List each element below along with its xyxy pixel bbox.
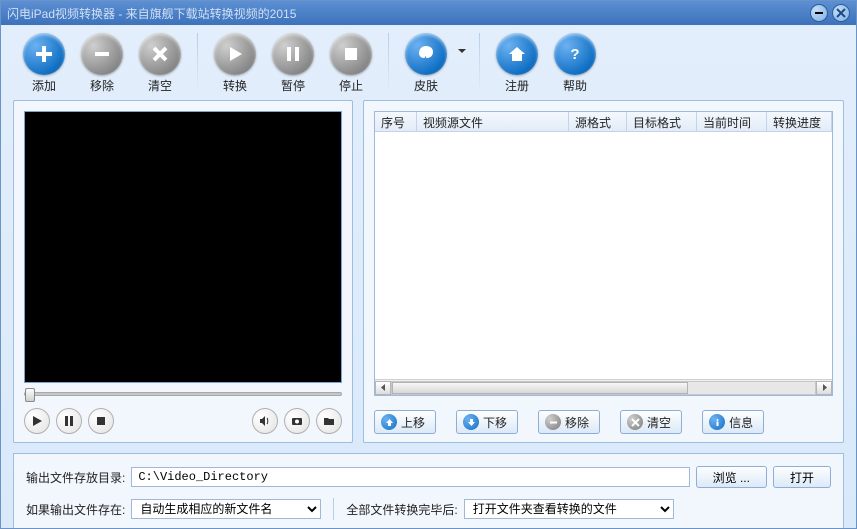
add-button[interactable]: 添加 — [19, 33, 69, 94]
question-icon: ? — [554, 33, 596, 75]
open-folder-button[interactable] — [316, 408, 342, 434]
browse-button[interactable]: 浏览 ... — [696, 466, 767, 488]
table-header: 序号 视频源文件 源格式 目标格式 当前时间 转换进度 — [375, 112, 832, 132]
skin-icon — [405, 33, 447, 75]
list-remove-button[interactable]: 移除 — [538, 410, 600, 434]
minus-icon — [545, 414, 561, 430]
table-body — [375, 132, 832, 379]
separator — [333, 498, 334, 520]
if-exists-label: 如果输出文件存在: — [26, 501, 125, 518]
register-button[interactable]: 注册 — [492, 33, 542, 94]
arrow-up-icon — [381, 414, 397, 430]
list-clear-button[interactable]: 清空 — [620, 410, 682, 434]
player-controls — [24, 404, 342, 434]
clear-button[interactable]: 清空 — [135, 33, 185, 94]
skin-dropdown[interactable] — [457, 47, 467, 55]
close-button[interactable] — [832, 4, 850, 22]
player-stop-button[interactable] — [88, 408, 114, 434]
file-table[interactable]: 序号 视频源文件 源格式 目标格式 当前时间 转换进度 — [374, 111, 833, 396]
plus-icon — [23, 33, 65, 75]
output-dir-input[interactable] — [131, 467, 689, 487]
stop-button[interactable]: 停止 — [326, 33, 376, 94]
info-button[interactable]: 信息 — [702, 410, 764, 434]
scroll-thumb[interactable] — [392, 382, 688, 394]
separator — [388, 33, 389, 87]
col-progress[interactable]: 转换进度 — [767, 112, 832, 131]
col-srcfmt[interactable]: 源格式 — [569, 112, 627, 131]
open-button[interactable]: 打开 — [773, 466, 831, 488]
main-toolbar: 添加 移除 清空 转换 暂停 停止 — [1, 25, 856, 100]
output-settings: 输出文件存放目录: 浏览 ... 打开 如果输出文件存在: 自动生成相应的新文件… — [13, 453, 844, 528]
x-icon — [627, 414, 643, 430]
col-index[interactable]: 序号 — [375, 112, 417, 131]
remove-button[interactable]: 移除 — [77, 33, 127, 94]
svg-text:?: ? — [570, 46, 579, 63]
col-time[interactable]: 当前时间 — [697, 112, 767, 131]
info-icon — [709, 414, 725, 430]
output-dir-label: 输出文件存放目录: — [26, 469, 125, 486]
seek-thumb[interactable] — [25, 388, 35, 402]
skin-button[interactable]: 皮肤 — [401, 33, 451, 94]
col-source[interactable]: 视频源文件 — [417, 112, 569, 131]
arrow-down-icon — [463, 414, 479, 430]
separator — [479, 33, 480, 87]
player-play-button[interactable] — [24, 408, 50, 434]
seek-slider[interactable] — [24, 392, 342, 396]
x-icon — [139, 33, 181, 75]
minus-icon — [81, 33, 123, 75]
if-exists-select[interactable]: 自动生成相应的新文件名 — [131, 499, 321, 519]
minimize-button[interactable] — [810, 4, 828, 22]
window-title: 闪电iPad视频转换器 - 来自旗舰下载站转换视频的2015 — [7, 5, 810, 22]
scroll-left-icon[interactable] — [375, 381, 391, 395]
pause-button[interactable]: 暂停 — [268, 33, 318, 94]
file-list-panel: 序号 视频源文件 源格式 目标格式 当前时间 转换进度 上移 — [363, 100, 844, 443]
play-icon — [214, 33, 256, 75]
stop-icon — [330, 33, 372, 75]
player-pause-button[interactable] — [56, 408, 82, 434]
pause-icon — [272, 33, 314, 75]
home-icon — [496, 33, 538, 75]
horizontal-scrollbar[interactable] — [375, 379, 832, 395]
preview-panel — [13, 100, 353, 443]
help-button[interactable]: ? 帮助 — [550, 33, 600, 94]
titlebar: 闪电iPad视频转换器 - 来自旗舰下载站转换视频的2015 — [1, 1, 856, 25]
after-done-select[interactable]: 打开文件夹查看转换的文件 — [464, 499, 674, 519]
separator — [197, 33, 198, 87]
volume-button[interactable] — [252, 408, 278, 434]
scroll-right-icon[interactable] — [816, 381, 832, 395]
after-done-label: 全部文件转换完毕后: — [346, 501, 457, 518]
video-preview — [24, 111, 342, 383]
snapshot-button[interactable] — [284, 408, 310, 434]
move-down-button[interactable]: 下移 — [456, 410, 518, 434]
col-dstfmt[interactable]: 目标格式 — [627, 112, 697, 131]
move-up-button[interactable]: 上移 — [374, 410, 436, 434]
convert-button[interactable]: 转换 — [210, 33, 260, 94]
